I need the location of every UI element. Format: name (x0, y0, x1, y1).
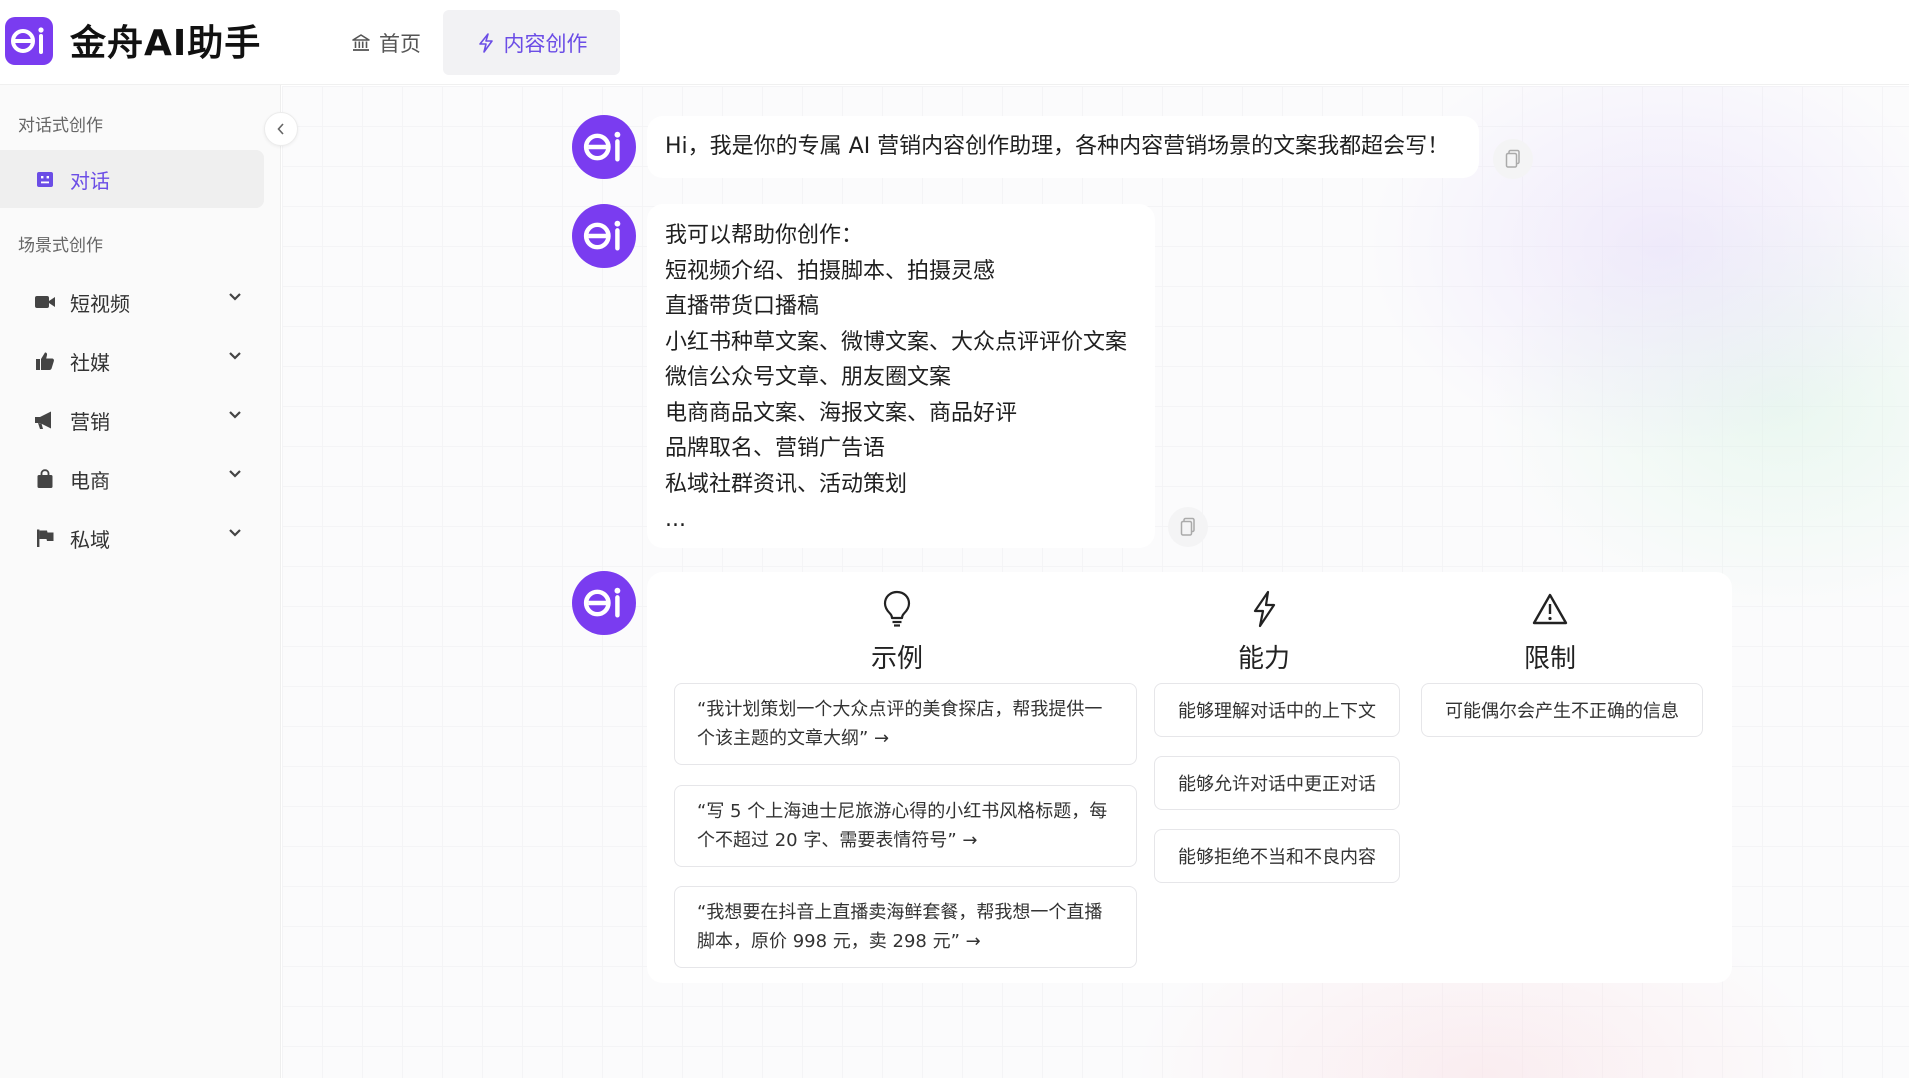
limits-title: 限制 (1523, 644, 1576, 674)
assistant-avatar (572, 115, 636, 179)
message-line: 小红书种草文案、微博文案、大众点评评价文案 (665, 329, 1128, 355)
ai-avatar-icon (583, 220, 621, 251)
flag-icon (34, 527, 56, 549)
ability-item: 能够理解对话中的上下文 (1154, 683, 1400, 737)
example-prompt[interactable]: “我计划策划一个大众点评的美食探店，帮我提供一个该主题的文章大纲” → (674, 683, 1137, 765)
copy-icon (1179, 517, 1197, 537)
ability-item: 能够允许对话中更正对话 (1154, 756, 1400, 810)
shopping-bag-icon (34, 468, 56, 490)
message-line: 微信公众号文章、朋友圈文案 (665, 365, 952, 390)
sidebar-collapse-button[interactable] (264, 112, 298, 146)
sidebar-item-marketing[interactable]: 营销 (0, 391, 264, 449)
thumbs-up-icon (34, 350, 56, 372)
app-logo[interactable] (5, 17, 53, 65)
sidebar-item-label: 短视频 (70, 291, 130, 316)
robot-icon (34, 168, 56, 190)
logo-ai-icon (11, 27, 44, 54)
abilities-title: 能力 (1237, 644, 1290, 674)
copy-icon (1504, 149, 1522, 169)
sidebar-item-label: 私域 (70, 527, 110, 552)
sidebar-item-social[interactable]: 社媒 (0, 332, 264, 390)
chevron-down-icon (228, 528, 242, 538)
sidebar-item-label: 营销 (70, 409, 110, 434)
message-line: 电商商品文案、海报文案、商品好评 (665, 400, 1018, 426)
copy-button[interactable] (1493, 139, 1533, 179)
lightning-icon (1249, 590, 1279, 628)
nav-tab-content-create[interactable]: 内容创作 (443, 10, 620, 75)
megaphone-icon (34, 409, 56, 431)
chevron-down-icon (228, 410, 242, 420)
limit-item: 可能偶尔会产生不正确的信息 (1421, 683, 1703, 737)
message-line: 品牌取名、营销广告语 (665, 436, 886, 461)
examples-header: 示例 (852, 590, 942, 675)
bank-icon (351, 33, 371, 53)
intro-card: 示例 能力 限制 “我计划策划一个大众点评的美食探店，帮我提供一个该主题的文章大… (647, 572, 1732, 983)
abilities-header: 能力 (1219, 590, 1309, 675)
message-line: ... (665, 507, 686, 532)
sidebar-item-short-video[interactable]: 短视频 (0, 273, 264, 331)
lightning-icon (476, 32, 496, 53)
nav-create-label: 内容创作 (503, 31, 588, 56)
ai-avatar-icon (583, 587, 621, 618)
chevron-down-icon (228, 351, 242, 361)
warning-icon (1532, 590, 1568, 628)
greeting-message: Hi，我是你的专属 AI 营销内容创作助理，各种内容营销场景的文案我都超会写！ (647, 116, 1479, 178)
capabilities-message: 我可以帮助你创作： 短视频介绍、拍摄脚本、拍摄灵感 直播带货口播稿 小红书种草文… (647, 204, 1155, 548)
video-icon (34, 291, 56, 313)
example-prompt[interactable]: “写 5 个上海迪士尼旅游心得的小红书风格标题，每个不超过 20 字、需要表情符… (674, 785, 1137, 867)
sidebar-item-chat-label: 对话 (70, 168, 110, 193)
nav-home-label: 首页 (379, 31, 421, 56)
section-title-scene: 场景式创作 (18, 236, 103, 256)
examples-title: 示例 (870, 644, 923, 674)
sidebar-item-ecommerce[interactable]: 电商 (0, 450, 264, 508)
copy-button[interactable] (1168, 507, 1208, 547)
limits-header: 限制 (1505, 590, 1595, 675)
ai-avatar-icon (583, 131, 621, 162)
lightbulb-icon (882, 590, 912, 628)
ability-item: 能够拒绝不当和不良内容 (1154, 829, 1400, 883)
chevron-left-icon (276, 122, 286, 136)
chevron-down-icon (228, 469, 242, 479)
message-line: 我可以帮助你创作： (665, 223, 864, 248)
sidebar-item-label: 电商 (70, 468, 110, 493)
section-title-chat: 对话式创作 (18, 116, 103, 136)
assistant-avatar (572, 204, 636, 268)
message-line: 私域社群资讯、活动策划 (665, 471, 908, 497)
message-line: 短视频介绍、拍摄脚本、拍摄灵感 (665, 258, 996, 284)
message-line: 直播带货口播稿 (665, 294, 820, 319)
app-title: 金舟AI助手 (70, 23, 262, 64)
chevron-down-icon (228, 292, 242, 302)
nav-tab-home[interactable]: 首页 (330, 10, 442, 75)
top-header: 金舟AI助手 首页 内容创作 (0, 0, 1909, 85)
assistant-avatar (572, 571, 636, 635)
sidebar-item-label: 社媒 (70, 350, 110, 375)
sidebar-item-private-domain[interactable]: 私域 (0, 509, 264, 567)
sidebar: 对话式创作 对话 场景式创作 短视频 社媒 营销 电商 私域 (0, 85, 281, 1078)
example-prompt[interactable]: “我想要在抖音上直播卖海鲜套餐，帮我想一个直播脚本，原价 998 元，卖 298… (674, 886, 1137, 968)
sidebar-item-chat[interactable]: 对话 (0, 150, 264, 208)
